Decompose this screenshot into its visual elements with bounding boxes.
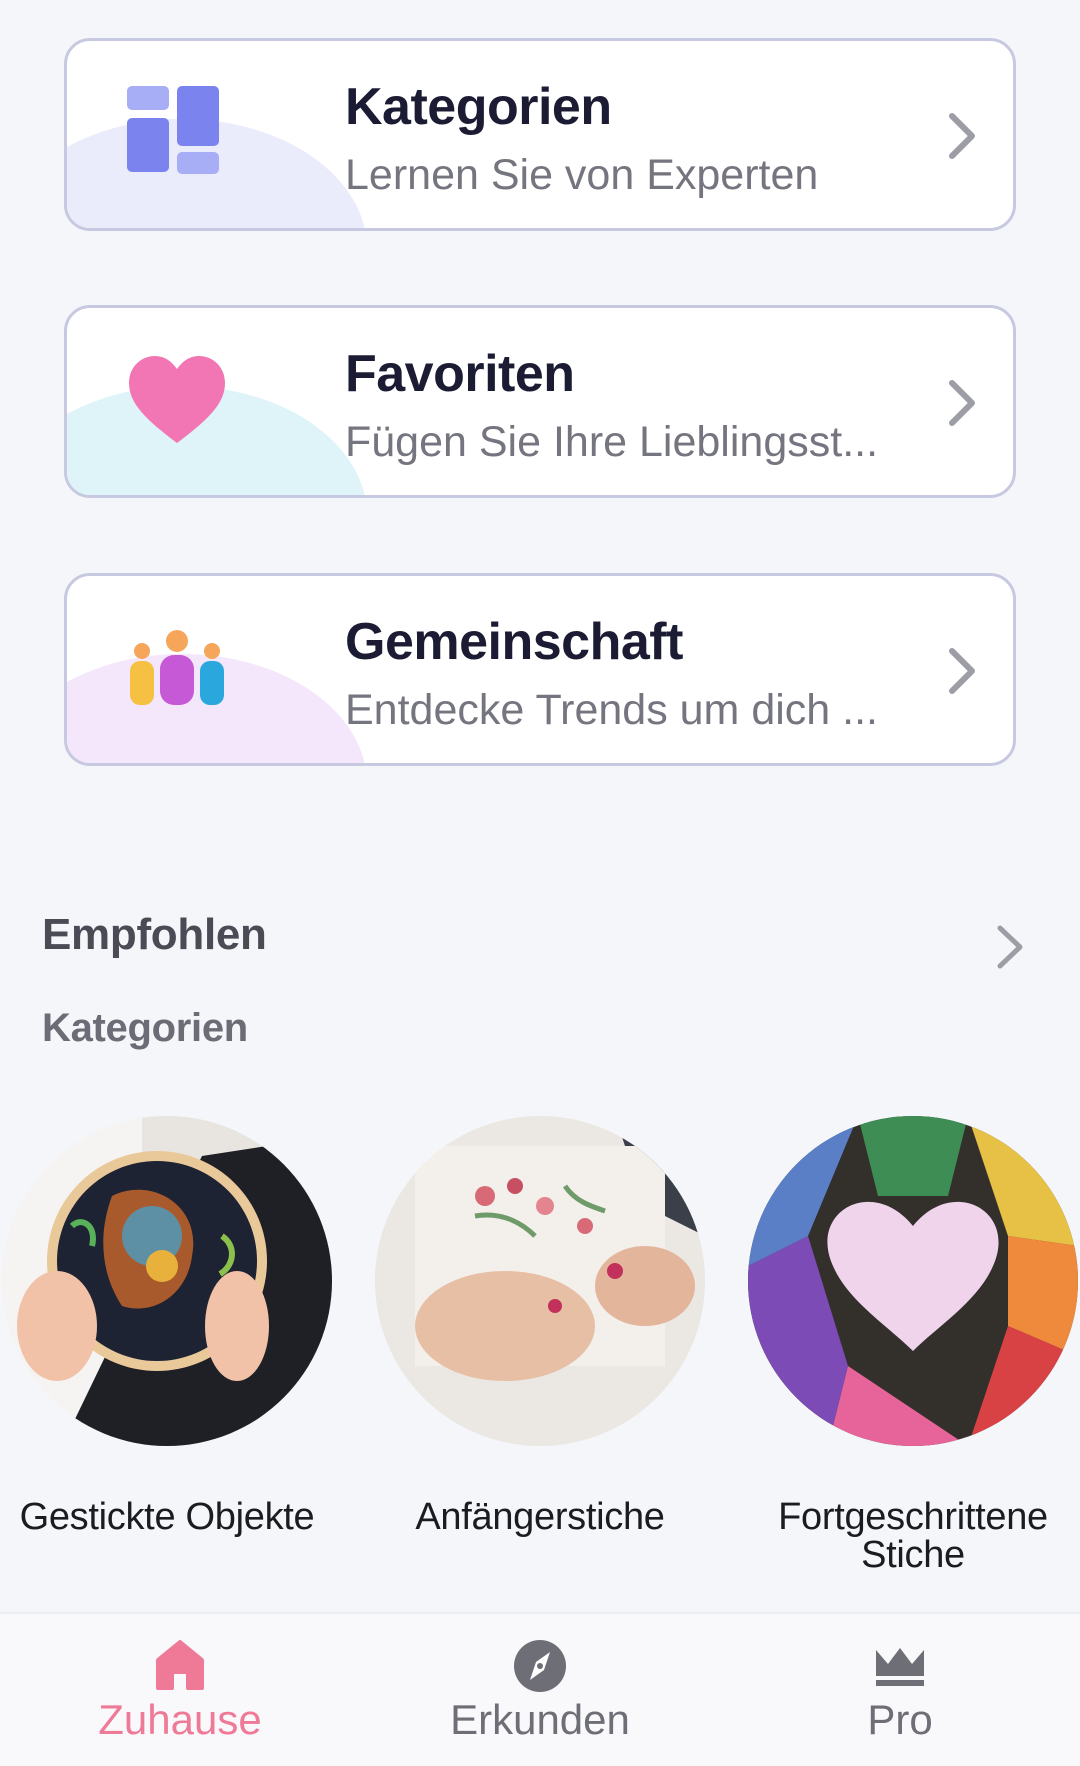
embroidery-hoop-photo bbox=[2, 1116, 332, 1446]
category-item[interactable]: Anfängerstiche bbox=[373, 1116, 707, 1536]
nav-explore[interactable]: Erkunden bbox=[390, 1614, 690, 1766]
grid-blocks-icon bbox=[127, 86, 227, 186]
chevron-right-icon bbox=[949, 380, 975, 426]
hands-cross-stitch-photo bbox=[375, 1116, 705, 1446]
categories-card[interactable]: Kategorien Lernen Sie von Experten bbox=[64, 38, 1016, 231]
nav-home[interactable]: Zuhause bbox=[30, 1614, 330, 1766]
card-title: Gemeinschaft bbox=[345, 613, 683, 671]
category-item[interactable]: Fortgeschrittene Stiche bbox=[746, 1116, 1080, 1574]
card-title: Favoriten bbox=[345, 345, 575, 403]
people-group-icon bbox=[127, 621, 227, 721]
nav-pro[interactable]: Pro bbox=[750, 1614, 1050, 1766]
chevron-right-icon bbox=[949, 113, 975, 159]
home-screen: Kategorien Lernen Sie von Experten Favor… bbox=[0, 0, 1080, 1766]
card-subtitle: Entdecke Trends um dich ... bbox=[345, 686, 878, 734]
category-label: Gestickte Objekte bbox=[19, 1496, 315, 1538]
compass-icon bbox=[514, 1640, 566, 1692]
bottom-navigation: Zuhause Erkunden Pro bbox=[0, 1612, 1080, 1766]
chevron-right-icon[interactable] bbox=[994, 922, 1026, 972]
category-item[interactable]: Gestickte Objekte bbox=[0, 1116, 334, 1536]
favorites-card[interactable]: Favoriten Fügen Sie Ihre Lieblingsst... bbox=[64, 305, 1016, 498]
community-card[interactable]: Gemeinschaft Entdecke Trends um dich ... bbox=[64, 573, 1016, 766]
categories-subtitle: Kategorien bbox=[42, 1006, 248, 1050]
category-label: Anfängerstiche bbox=[415, 1496, 665, 1538]
chevron-right-icon bbox=[949, 648, 975, 694]
home-icon bbox=[156, 1640, 204, 1690]
heart-icon bbox=[127, 353, 227, 453]
nav-label: Erkunden bbox=[450, 1696, 630, 1743]
category-label: Fortgeschrittene Stiche bbox=[778, 1496, 1048, 1576]
nav-label: Pro bbox=[867, 1696, 933, 1743]
recommended-title: Empfohlen bbox=[42, 910, 267, 959]
card-subtitle: Lernen Sie von Experten bbox=[345, 151, 819, 199]
crown-icon bbox=[876, 1648, 924, 1686]
card-subtitle: Fügen Sie Ihre Lieblingsst... bbox=[345, 418, 879, 466]
thread-heart-photo bbox=[748, 1116, 1078, 1446]
nav-label: Zuhause bbox=[98, 1696, 262, 1743]
card-title: Kategorien bbox=[345, 78, 612, 136]
